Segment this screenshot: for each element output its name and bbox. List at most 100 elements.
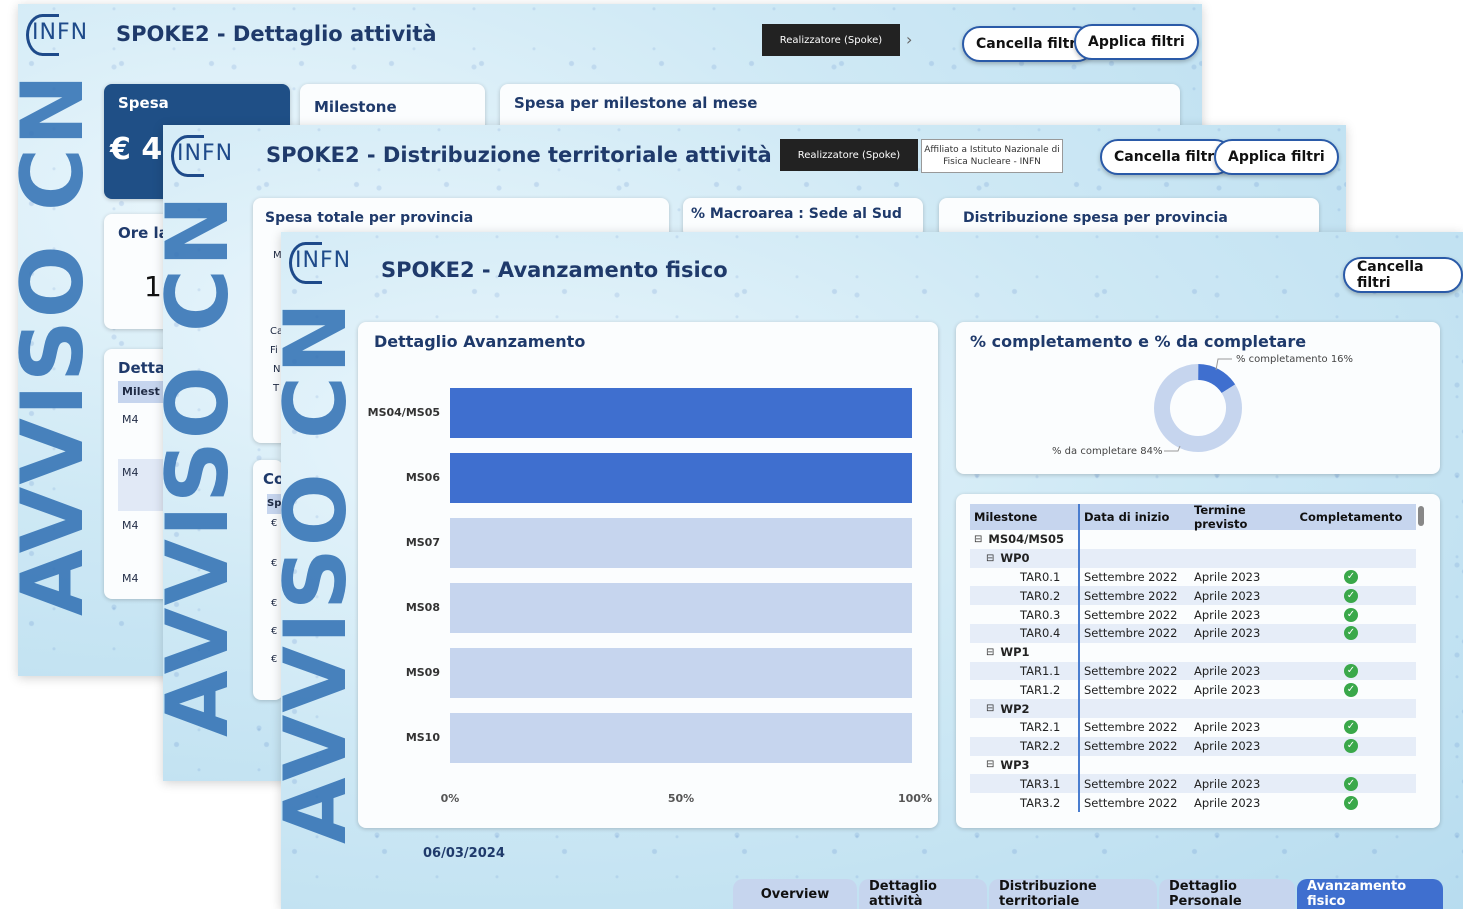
- check-circle-icon: ✓: [1344, 776, 1358, 791]
- page-header: INFN SPOKE2 - Avanzamento fisico Cancell…: [281, 232, 1463, 302]
- check-circle-icon: ✓: [1344, 607, 1358, 622]
- nav-tab[interactable]: Distribuzione territoriale: [989, 879, 1157, 909]
- table-body: ⊟ MS04/MS05 ⊟ WP0 TAR0.1 Settembre 2022 Aprile…: [970, 530, 1416, 812]
- page-title: SPOKE2 - Distribuzione territoriale atti…: [266, 143, 772, 167]
- col-completamento[interactable]: Completamento: [1296, 510, 1406, 524]
- milestone-label: TAR3.2: [1020, 795, 1061, 810]
- nav-tab[interactable]: Dettaglio attività: [859, 879, 987, 909]
- cell-milestone: ⊟ WP3: [970, 755, 1080, 775]
- bar-category-label: MS06: [405, 471, 440, 484]
- nav-tab[interactable]: Avanzamento fisico: [1297, 879, 1443, 909]
- table-group-row[interactable]: ⊟ WP2: [970, 699, 1416, 718]
- col-milestone[interactable]: Milestone: [970, 504, 1080, 530]
- slicer-realizzatore[interactable]: Realizzatore (Spoke): [780, 139, 918, 171]
- table-row[interactable]: TAR1.1 Settembre 2022 Aprile 2023 ✓: [970, 661, 1416, 681]
- chart-title: % Macroarea : Sede al Sud: [691, 206, 902, 222]
- table-group-row[interactable]: ⊟ WP0: [970, 548, 1416, 568]
- table-scrollbar[interactable]: [1418, 506, 1424, 526]
- nav-tab[interactable]: Dettaglio Personale: [1159, 879, 1295, 909]
- bar-category-label: MS07: [405, 536, 440, 549]
- cell-milestone: TAR2.1: [970, 717, 1080, 737]
- cell-milestone: TAR0.4: [970, 623, 1080, 643]
- co-table-card: Co Sp € € € € €: [253, 460, 284, 700]
- x-tick-label: 0%: [440, 792, 460, 805]
- infn-logo: INFN: [171, 135, 233, 177]
- nav-tab[interactable]: Overview: [733, 879, 857, 909]
- donut-slice[interactable]: [1148, 358, 1247, 457]
- page-header: INFN SPOKE2 - Distribuzione territoriale…: [163, 125, 1346, 195]
- col-termine-previsto[interactable]: Termine previsto: [1188, 504, 1296, 531]
- slicer-value[interactable]: Affiliato a Istituto Nazionale di Fisica…: [921, 139, 1063, 173]
- milestone-table-card: Milestone Data di inizio Termine previst…: [956, 494, 1440, 828]
- apply-filters-button[interactable]: Applica filtri: [1214, 139, 1339, 175]
- kpi-spesa-title: Spesa: [118, 94, 169, 112]
- chart-title: Distribuzione spesa per provincia: [963, 210, 1228, 226]
- check-circle-icon: ✓: [1344, 626, 1358, 641]
- cell-data-inizio: Settembre 2022: [1084, 607, 1178, 622]
- table-group-row[interactable]: ⊟ WP3: [970, 755, 1416, 775]
- bar-track: [450, 583, 912, 633]
- bar[interactable]: [450, 453, 912, 503]
- page-title: SPOKE2 - Avanzamento fisico: [381, 258, 728, 282]
- cell-completamento: ✓: [1296, 739, 1406, 754]
- collapse-icon[interactable]: ⊟: [986, 759, 994, 770]
- table-row[interactable]: TAR0.1 Settembre 2022 Aprile 2023 ✓: [970, 567, 1416, 587]
- table-row[interactable]: TAR2.1 Settembre 2022 Aprile 2023 ✓: [970, 717, 1416, 737]
- detail-row: M4: [122, 572, 139, 585]
- milestone-label: WP3: [1000, 757, 1030, 772]
- check-circle-icon: ✓: [1344, 588, 1358, 603]
- cell-data-inizio: Settembre 2022: [1084, 776, 1178, 791]
- infn-logo: INFN: [289, 242, 351, 284]
- clear-filters-button[interactable]: Cancella filtri: [1343, 257, 1463, 293]
- milestone-label: TAR1.2: [1020, 682, 1061, 697]
- cell-completamento: ✓: [1296, 607, 1406, 622]
- cell-completamento: ✓: [1296, 795, 1406, 810]
- slicer-realizzatore[interactable]: Realizzatore (Spoke): [762, 24, 900, 56]
- cell-completamento: ✓: [1296, 776, 1406, 791]
- cell-milestone: TAR3.2: [970, 793, 1080, 812]
- watermark: AVVISO CN: [281, 300, 367, 844]
- milestone-label: TAR2.2: [1020, 739, 1061, 754]
- milestone-label: TAR0.4: [1020, 626, 1061, 641]
- table-row[interactable]: TAR0.4 Settembre 2022 Aprile 2023 ✓: [970, 623, 1416, 643]
- table-row[interactable]: TAR2.2 Settembre 2022 Aprile 2023 ✓: [970, 736, 1416, 756]
- detail-row: M4: [122, 519, 139, 532]
- cell-milestone: TAR0.1: [970, 567, 1080, 587]
- chart-dettaglio-avanzamento-card: Dettaglio Avanzamento MS04/MS05 MS06 MS07 M…: [358, 322, 938, 828]
- milestone-label: WP0: [1000, 551, 1030, 566]
- chart-title: Spesa totale per provincia: [265, 210, 474, 226]
- check-circle-icon: ✓: [1344, 682, 1358, 697]
- table-group-row[interactable]: ⊟ MS04/MS05: [970, 530, 1416, 549]
- co-row: €: [271, 598, 278, 609]
- co-row: €: [271, 626, 278, 637]
- detail-row: M4: [122, 466, 139, 479]
- bar-category-label: MS08: [405, 601, 440, 614]
- watermark: AVVISO CN: [18, 72, 104, 616]
- cell-data-inizio: Settembre 2022: [1084, 720, 1178, 735]
- x-tick-label: 50%: [667, 792, 695, 805]
- table-row[interactable]: TAR3.2 Settembre 2022 Aprile 2023 ✓: [970, 793, 1416, 812]
- chart-title: Dettaglio Avanzamento: [374, 332, 586, 351]
- apply-filters-button[interactable]: Applica filtri: [1074, 24, 1199, 60]
- bar[interactable]: [450, 388, 912, 438]
- donut-chart: % completamento 16% % da completare 84%: [1052, 354, 1353, 457]
- donut-data-label: % completamento 16%: [1236, 354, 1353, 365]
- cell-completamento: ✓: [1296, 588, 1406, 603]
- cell-termine-previsto: Aprile 2023: [1194, 720, 1261, 735]
- table-row[interactable]: TAR0.3 Settembre 2022 Aprile 2023 ✓: [970, 605, 1416, 624]
- bar-track: [450, 518, 912, 568]
- col-data-inizio[interactable]: Data di inizio: [1080, 510, 1188, 524]
- cell-termine-previsto: Aprile 2023: [1194, 795, 1261, 810]
- collapse-icon[interactable]: ⊟: [986, 553, 994, 564]
- table-row[interactable]: TAR0.2 Settembre 2022 Aprile 2023 ✓: [970, 586, 1416, 606]
- milestone-label: TAR0.3: [1020, 607, 1061, 622]
- table-row[interactable]: TAR1.2 Settembre 2022 Aprile 2023 ✓: [970, 680, 1416, 700]
- cell-termine-previsto: Aprile 2023: [1194, 569, 1261, 584]
- donut-leader-line: [1215, 358, 1232, 371]
- table-row[interactable]: TAR3.1 Settembre 2022 Aprile 2023 ✓: [970, 774, 1416, 794]
- collapse-icon[interactable]: ⊟: [974, 534, 982, 545]
- collapse-icon[interactable]: ⊟: [986, 703, 994, 714]
- milestone-label: TAR1.1: [1020, 663, 1061, 678]
- collapse-icon[interactable]: ⊟: [986, 647, 994, 658]
- table-group-row[interactable]: ⊟ WP1: [970, 642, 1416, 662]
